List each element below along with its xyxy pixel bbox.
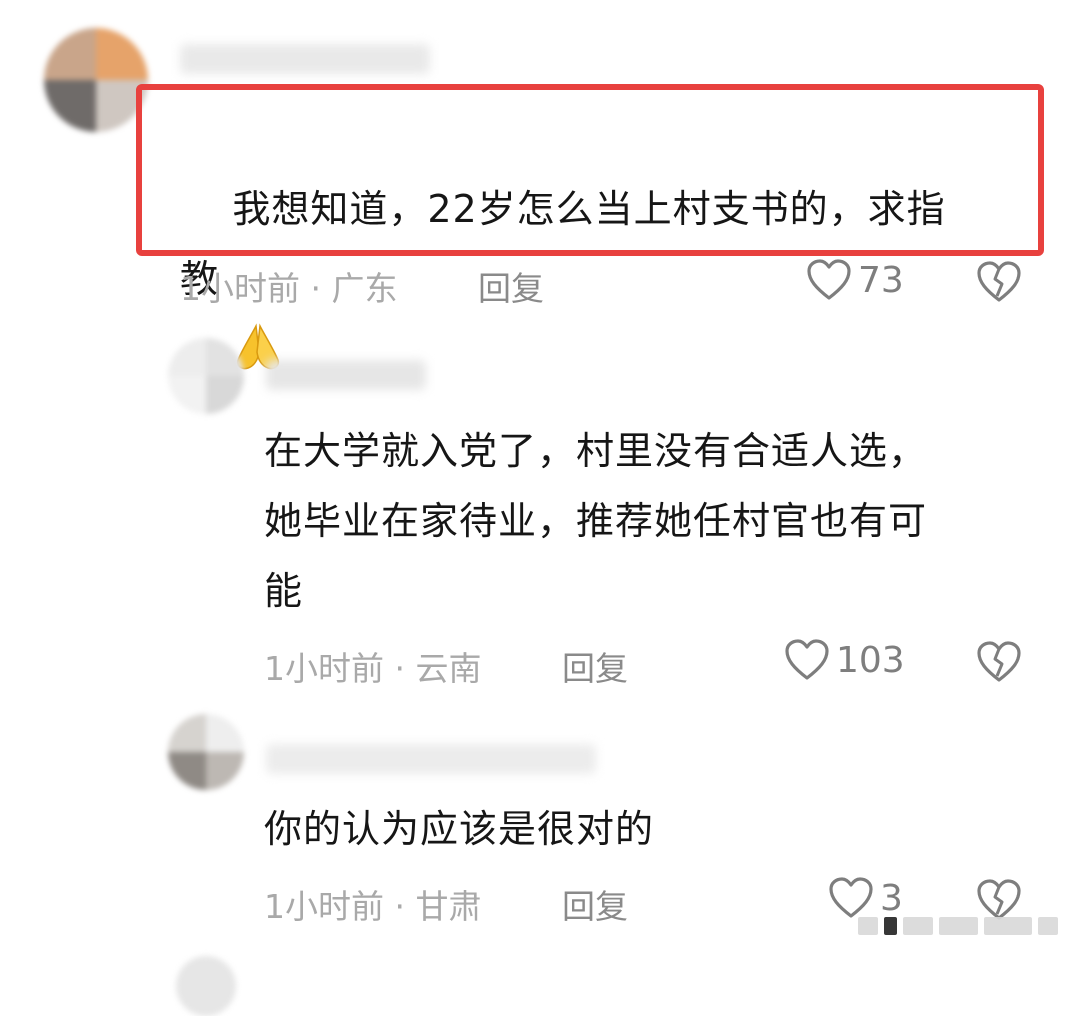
comment-location: 广东 <box>331 269 398 308</box>
broken-heart-icon <box>977 261 1021 302</box>
dislike-button[interactable] <box>976 260 1022 304</box>
like-button[interactable]: 103 <box>784 638 905 682</box>
comment-text: 你的认为应该是很对的 <box>264 807 655 851</box>
comment-location: 云南 <box>415 649 482 688</box>
comment-time: 1小时前 <box>264 887 384 926</box>
reply-button[interactable]: 回复 <box>478 262 544 310</box>
comment-meta: 1小时前 · 云南 <box>264 642 481 690</box>
username-blurred[interactable] <box>180 44 430 74</box>
watermark <box>858 906 1058 946</box>
meta-separator: · <box>384 887 416 926</box>
meta-separator: · <box>300 269 332 308</box>
dislike-button[interactable] <box>976 640 1022 684</box>
avatar[interactable] <box>44 28 148 132</box>
avatar[interactable] <box>168 714 244 790</box>
comment-item: 在大学就入党了，村里没有合适人选， 她毕业在家待业，推荐她任村官也有可 能 1小… <box>0 330 1080 700</box>
like-button[interactable]: 73 <box>806 258 904 302</box>
comment-location: 甘肃 <box>415 887 482 926</box>
avatar[interactable] <box>168 338 244 414</box>
like-count: 73 <box>858 259 904 301</box>
comment-meta: 1小时前 · 甘肃 <box>264 880 481 928</box>
reply-button[interactable]: 回复 <box>562 880 628 928</box>
comment-time: 1小时前 <box>180 269 300 308</box>
reply-button[interactable]: 回复 <box>562 642 628 690</box>
like-count: 103 <box>836 639 905 681</box>
comment-item: 我想知道，22岁怎么当上村支书的，求指 教 1小时前 · 广东 回复 73 <box>0 0 1080 370</box>
meta-separator: · <box>384 649 416 688</box>
heart-outline-icon <box>785 639 829 680</box>
comment-time: 1小时前 <box>264 649 384 688</box>
username-blurred[interactable] <box>266 360 426 390</box>
avatar[interactable] <box>176 956 236 1016</box>
broken-heart-icon <box>977 641 1021 682</box>
username-blurred[interactable] <box>266 744 596 774</box>
comment-text: 在大学就入党了，村里没有合适人选， 她毕业在家待业，推荐她任村官也有可 能 <box>264 429 928 613</box>
heart-outline-icon <box>807 259 851 300</box>
comment-meta: 1小时前 · 广东 <box>180 262 397 310</box>
